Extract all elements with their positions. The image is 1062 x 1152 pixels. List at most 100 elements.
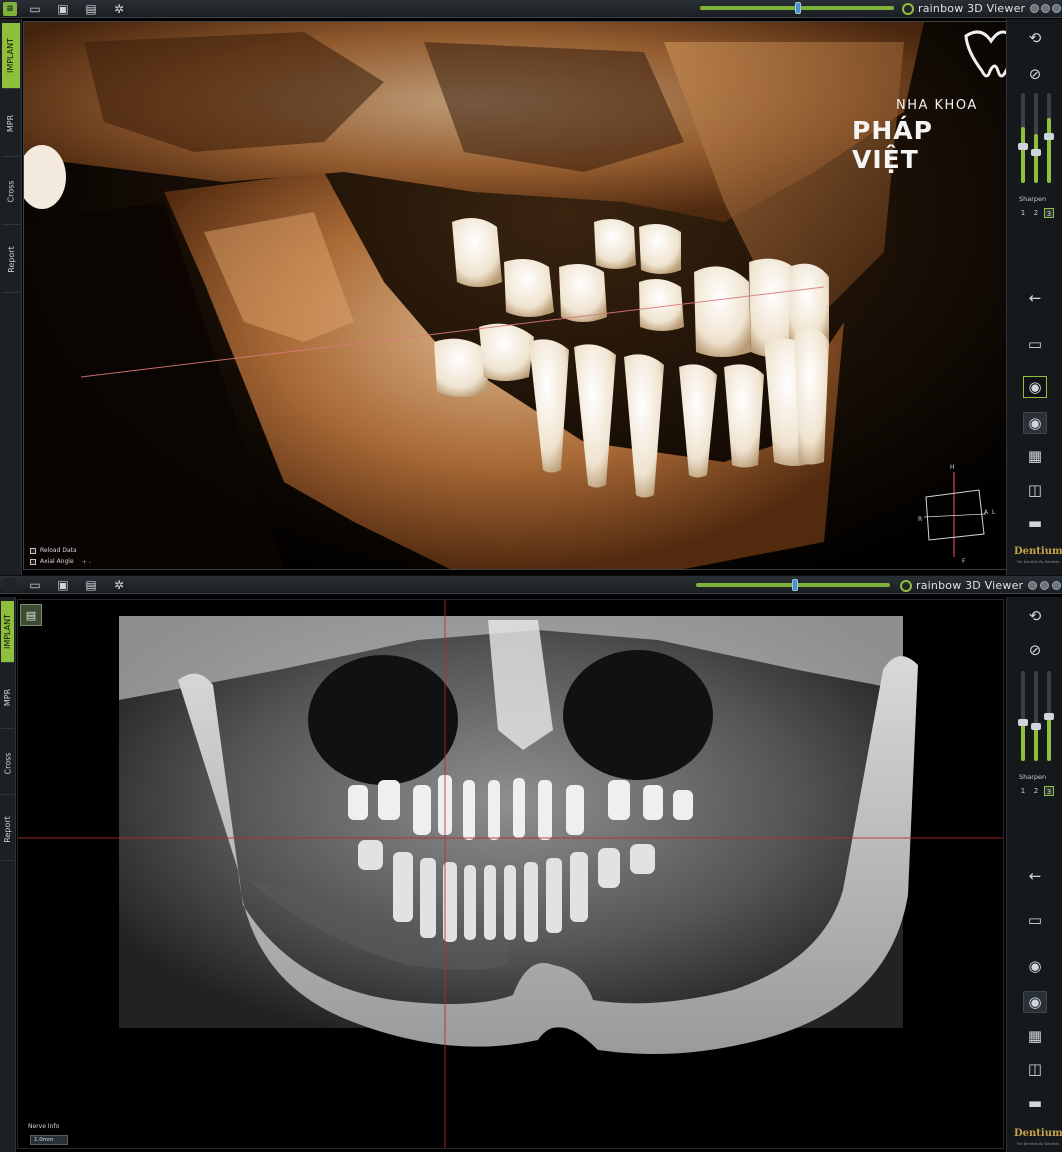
back-arrow-icon[interactable]: ← bbox=[1023, 287, 1047, 309]
rainbow-logo-icon bbox=[900, 579, 912, 592]
close-icon[interactable] bbox=[1052, 581, 1061, 590]
brightness-slider-2[interactable] bbox=[1031, 671, 1041, 761]
reload-data-checkbox[interactable]: Reload Data bbox=[30, 547, 77, 554]
restore-icon[interactable] bbox=[1040, 581, 1049, 590]
slider-knob[interactable] bbox=[1044, 133, 1054, 140]
tab-mpr[interactable]: MPR bbox=[2, 91, 20, 157]
orient-front-label: A bbox=[984, 509, 989, 516]
dentium-logo: Dentium bbox=[1014, 1128, 1062, 1139]
tab-report[interactable]: Report bbox=[2, 227, 20, 293]
print-layout-icon[interactable]: ▦ bbox=[1023, 445, 1047, 467]
sharpen-option-1[interactable]: 1 bbox=[1018, 208, 1028, 218]
title-bar: ≡ ▭ ▣ ▤ ✲ rainbow 3D Viewer bbox=[0, 0, 1062, 18]
checkbox-box[interactable] bbox=[30, 547, 36, 554]
slider-knob[interactable] bbox=[1018, 719, 1028, 726]
nerve-info-label: Nerve Info bbox=[28, 1123, 60, 1130]
crop-icon[interactable]: ◫ bbox=[1023, 479, 1047, 501]
slider-knob[interactable] bbox=[1044, 713, 1054, 720]
tab-implant[interactable]: IMPLANT bbox=[1, 601, 14, 663]
slider-knob[interactable] bbox=[1031, 149, 1041, 156]
top-viewer-window: ≡ ▭ ▣ ▤ ✲ rainbow 3D Viewer IMPLANT MPR … bbox=[0, 0, 1062, 575]
nerve-size-select[interactable]: 1.0mm bbox=[30, 1135, 68, 1145]
orient-left-label: R bbox=[918, 516, 923, 523]
slider-fill bbox=[1021, 723, 1025, 761]
print-layout-icon[interactable]: ▦ bbox=[1023, 1025, 1047, 1047]
sharpen-option-3[interactable]: 3 bbox=[1044, 208, 1054, 218]
minimize-icon[interactable] bbox=[1030, 4, 1039, 13]
camera-icon[interactable]: ◉ bbox=[1023, 991, 1047, 1013]
slider-knob[interactable] bbox=[1031, 723, 1041, 730]
app-icon bbox=[3, 577, 17, 592]
open-archive-icon[interactable]: ▣ bbox=[53, 1, 73, 17]
brightness-slider-1[interactable] bbox=[1018, 671, 1028, 761]
brand-text: rainbow 3D Viewer bbox=[918, 2, 1026, 15]
tab-cross[interactable]: Cross bbox=[1, 733, 14, 795]
camera-capture-icon[interactable]: ◉ bbox=[1023, 376, 1047, 398]
right-toolbar: ⟲ ⊘ Sharpen 1 2 3 ← ▭ ◉ ◉ ▦ ◫ ▬ Dentium … bbox=[1006, 597, 1062, 1152]
brightness-slider-1[interactable] bbox=[1018, 93, 1028, 183]
window-level-slider[interactable] bbox=[696, 579, 890, 591]
slider-knob[interactable] bbox=[795, 2, 801, 14]
left-tab-bar: IMPLANT MPR Cross Report bbox=[0, 597, 16, 1152]
save-icon[interactable]: ▤ bbox=[81, 1, 101, 17]
sharpen-option-1[interactable]: 1 bbox=[1018, 786, 1028, 796]
skull-3d-render bbox=[24, 22, 924, 569]
reset-view-icon[interactable]: ⊘ bbox=[1023, 639, 1047, 661]
ruler-icon[interactable]: ▭ bbox=[1023, 909, 1047, 931]
slider-knob[interactable] bbox=[792, 579, 798, 591]
folder-open-icon[interactable]: ▭ bbox=[25, 1, 45, 17]
checkbox-box[interactable] bbox=[30, 558, 36, 565]
reset-rotation-icon[interactable]: ⟲ bbox=[1023, 605, 1047, 627]
volume-render-viewport[interactable]: NHA KHOA PHÁP VIỆT Reload Data Axial Ang… bbox=[23, 21, 1007, 570]
sharpen-option-2[interactable]: 2 bbox=[1031, 208, 1041, 218]
reload-data-label: Reload Data bbox=[40, 547, 77, 554]
settings-gear-icon[interactable]: ✲ bbox=[109, 577, 129, 593]
camera-icon[interactable]: ◉ bbox=[1023, 412, 1047, 434]
slider-knob[interactable] bbox=[1018, 143, 1028, 150]
minimize-icon[interactable] bbox=[1028, 581, 1037, 590]
settings-gear-icon[interactable]: ✲ bbox=[109, 1, 129, 17]
orientation-cube[interactable] bbox=[914, 462, 994, 562]
panoramic-toggle-icon[interactable]: ▤ bbox=[20, 604, 42, 626]
brand-text: rainbow 3D Viewer bbox=[916, 579, 1024, 592]
dentium-tagline: For Dentists By Dentists bbox=[1017, 1142, 1060, 1146]
slider-fill bbox=[1034, 133, 1038, 183]
orient-bottom-label: F bbox=[962, 558, 966, 565]
app-icon: ≡ bbox=[3, 1, 17, 16]
crop-icon[interactable]: ◫ bbox=[1023, 1058, 1047, 1080]
restore-icon[interactable] bbox=[1041, 4, 1050, 13]
brightness-slider-3[interactable] bbox=[1044, 671, 1054, 761]
more-icon[interactable]: ▬ bbox=[1023, 1092, 1047, 1114]
reset-view-icon[interactable]: ⊘ bbox=[1023, 63, 1047, 85]
back-arrow-icon[interactable]: ← bbox=[1023, 865, 1047, 887]
sharpen-option-3[interactable]: 3 bbox=[1044, 786, 1054, 796]
panoramic-xray-image bbox=[18, 600, 1003, 1148]
brightness-slider-3[interactable] bbox=[1044, 93, 1054, 183]
left-tab-bar: IMPLANT MPR Cross Report bbox=[0, 19, 22, 575]
close-icon[interactable] bbox=[1052, 4, 1061, 13]
ruler-icon[interactable]: ▭ bbox=[1023, 333, 1047, 355]
angle-stepper[interactable]: + - bbox=[82, 559, 91, 566]
sharpen-option-2[interactable]: 2 bbox=[1031, 786, 1041, 796]
save-icon[interactable]: ▤ bbox=[81, 577, 101, 593]
folder-open-icon[interactable]: ▭ bbox=[25, 577, 45, 593]
tab-mpr[interactable]: MPR bbox=[1, 667, 14, 729]
tab-implant[interactable]: IMPLANT bbox=[2, 23, 20, 89]
axial-angle-checkbox[interactable]: Axial Angle bbox=[30, 558, 74, 565]
tab-report[interactable]: Report bbox=[1, 799, 14, 861]
brand-label: rainbow 3D Viewer bbox=[902, 2, 1025, 15]
open-archive-icon[interactable]: ▣ bbox=[53, 577, 73, 593]
orient-right-label: L bbox=[992, 509, 996, 516]
camera-capture-icon[interactable]: ◉ bbox=[1023, 955, 1047, 977]
more-icon[interactable]: ▬ bbox=[1023, 512, 1047, 534]
axial-angle-label: Axial Angle bbox=[40, 558, 74, 565]
watermark-line2: PHÁP VIỆT bbox=[852, 116, 933, 174]
window-level-slider[interactable] bbox=[700, 2, 894, 14]
bottom-viewer-window: ▭ ▣ ▤ ✲ rainbow 3D Viewer IMPLANT MPR Cr… bbox=[0, 576, 1062, 1152]
panoramic-viewport[interactable]: ▤ Nerve Info 1.0mm bbox=[17, 599, 1004, 1149]
sharpen-label: Sharpen bbox=[1019, 773, 1047, 781]
orient-top-label: H bbox=[950, 464, 955, 471]
brightness-slider-2[interactable] bbox=[1031, 93, 1041, 183]
reset-rotation-icon[interactable]: ⟲ bbox=[1023, 27, 1047, 49]
tab-cross[interactable]: Cross bbox=[2, 159, 20, 225]
